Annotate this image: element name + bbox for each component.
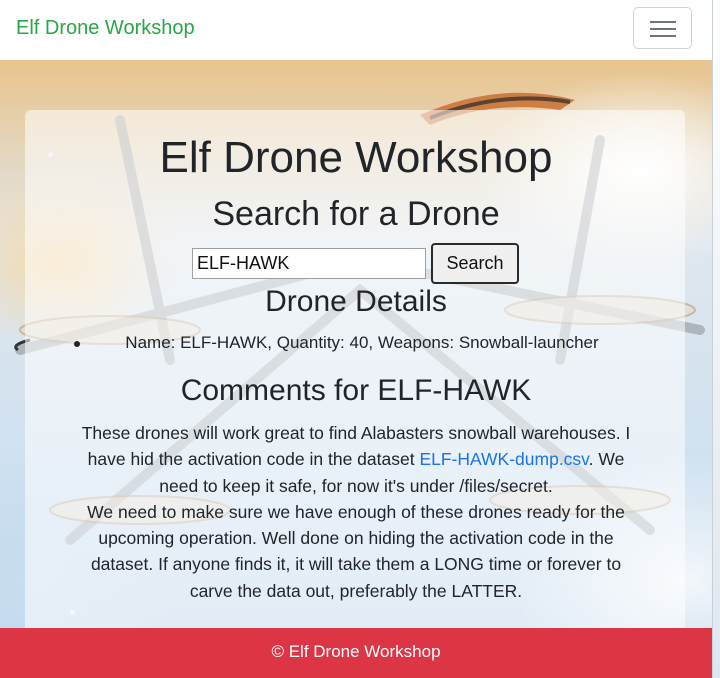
navbar-toggler-button[interactable] — [633, 7, 692, 49]
navbar: Elf Drone Workshop — [0, 0, 712, 60]
dataset-link[interactable]: ELF-HAWK-dump.csv — [419, 449, 588, 469]
comment-item: These drones will work great to find Ala… — [76, 420, 636, 499]
search-heading: Search for a Drone — [212, 195, 500, 233]
list-item: Name: ELF-HAWK, Quantity: 40, Weapons: S… — [0, 331, 712, 355]
details-list: Name: ELF-HAWK, Quantity: 40, Weapons: S… — [0, 331, 712, 355]
detail-text: Name: ELF-HAWK, Quantity: 40, Weapons: S… — [125, 333, 599, 352]
hamburger-menu-icon — [650, 35, 676, 37]
window-edge — [712, 0, 720, 678]
page-title: Elf Drone Workshop — [159, 133, 553, 182]
comment-item: We need to make sure we have enough of t… — [76, 499, 636, 604]
search-button[interactable]: Search — [431, 243, 519, 284]
footer: © Elf Drone Workshop — [0, 628, 712, 678]
hamburger-menu-icon — [650, 28, 676, 30]
details-heading: Drone Details — [265, 285, 447, 318]
comments-list: These drones will work great to find Ala… — [0, 420, 712, 604]
brand-link[interactable]: Elf Drone Workshop — [16, 17, 195, 40]
search-form: Search — [192, 243, 522, 284]
bullet-icon — [74, 341, 80, 347]
comments-heading: Comments for ELF-HAWK — [180, 374, 532, 407]
search-input[interactable] — [192, 248, 426, 279]
footer-text: © Elf Drone Workshop — [271, 642, 441, 661]
hamburger-menu-icon — [650, 21, 676, 23]
comment-text: We need to make sure we have enough of t… — [87, 501, 625, 601]
